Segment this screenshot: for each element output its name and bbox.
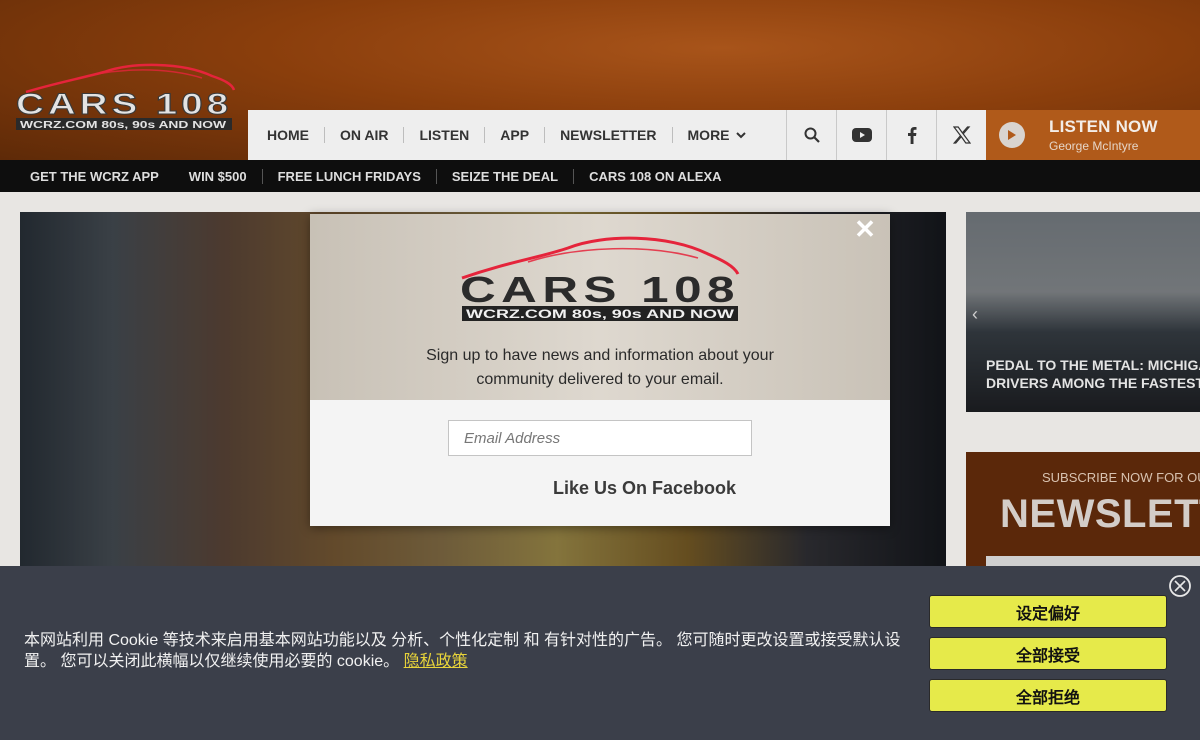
listen-now-title: LISTEN NOW bbox=[1049, 117, 1158, 136]
modal-logo: CARS 108 WCRZ.COM 80s, 90s AND NOW bbox=[460, 236, 740, 321]
newsletter-widget-subtitle: SUBSCRIBE NOW FOR OUR bbox=[1042, 470, 1200, 485]
site-header: CARS 108 WCRZ.COM 80s, 90s AND NOW HOME … bbox=[0, 0, 1200, 160]
side-article-title: PEDAL TO THE METAL: MICHIGAN DRIVERS AMO… bbox=[986, 356, 1200, 392]
search-button[interactable] bbox=[786, 110, 836, 160]
cookie-preferences-button[interactable]: 设定偏好 bbox=[929, 595, 1167, 628]
facebook-button[interactable] bbox=[886, 110, 936, 160]
modal-description-line2: community delivered to your email. bbox=[476, 371, 724, 388]
play-icon bbox=[999, 122, 1025, 148]
chevron-left-icon[interactable]: ‹ bbox=[972, 304, 978, 325]
facebook-icon bbox=[907, 127, 916, 144]
modal-description-line1: Sign up to have news and information abo… bbox=[426, 347, 774, 364]
main-nav: HOME ON AIR LISTEN APP NEWSLETTER MORE L… bbox=[248, 110, 1200, 160]
nav-more[interactable]: MORE bbox=[673, 127, 761, 143]
side-article-card[interactable]: ‹ PEDAL TO THE METAL: MICHIGAN DRIVERS A… bbox=[966, 212, 1200, 412]
logo-text: CARS 108 bbox=[16, 88, 232, 121]
nav-more-label: MORE bbox=[687, 127, 730, 143]
social-icons bbox=[786, 110, 986, 160]
newsletter-widget-input[interactable] bbox=[986, 556, 1200, 566]
modal-logo-tagline: WCRZ.COM 80s, 90s AND NOW bbox=[466, 307, 735, 321]
youtube-icon bbox=[851, 128, 872, 142]
modal-header: CARS 108 WCRZ.COM 80s, 90s AND NOW Sign … bbox=[310, 214, 890, 400]
nav-listen[interactable]: LISTEN bbox=[404, 127, 486, 143]
newsletter-widget: SUBSCRIBE NOW FOR OUR NEWSLETTE bbox=[966, 452, 1200, 566]
newsletter-signup-modal: CARS 108 WCRZ.COM 80s, 90s AND NOW Sign … bbox=[310, 214, 890, 526]
cookie-message: 本网站利用 Cookie 等技术来启用基本网站功能以及 分析、个性化定制 和 有… bbox=[24, 630, 910, 672]
cookie-close-icon[interactable] bbox=[1168, 574, 1192, 598]
nav-home[interactable]: HOME bbox=[252, 127, 325, 143]
now-playing-host: George McIntyre bbox=[1049, 139, 1139, 153]
chevron-down-icon bbox=[735, 132, 746, 139]
cookie-reject-all-button[interactable]: 全部拒绝 bbox=[929, 679, 1167, 712]
email-field[interactable] bbox=[448, 420, 752, 456]
cookie-accept-all-button[interactable]: 全部接受 bbox=[929, 637, 1167, 670]
youtube-button[interactable] bbox=[836, 110, 886, 160]
modal-logo-text: CARS 108 bbox=[460, 269, 740, 310]
nav-app[interactable]: APP bbox=[485, 127, 546, 143]
privacy-policy-link[interactable]: 隐私政策 bbox=[404, 653, 468, 670]
subnav-alexa[interactable]: CARS 108 ON ALEXA bbox=[574, 169, 736, 184]
close-icon[interactable]: ✕ bbox=[853, 216, 877, 242]
x-button[interactable] bbox=[936, 110, 986, 160]
modal-description: Sign up to have news and information abo… bbox=[310, 344, 890, 392]
logo-tagline: WCRZ.COM 80s, 90s AND NOW bbox=[20, 120, 227, 131]
side-article-title-line2: DRIVERS AMONG THE FASTEST IN T bbox=[986, 375, 1200, 391]
subnav-get-app[interactable]: GET THE WCRZ APP bbox=[15, 169, 174, 184]
site-logo[interactable]: CARS 108 WCRZ.COM 80s, 90s AND NOW bbox=[12, 58, 238, 138]
subnav-seize-deal[interactable]: SEIZE THE DEAL bbox=[437, 168, 575, 184]
nav-newsletter[interactable]: NEWSLETTER bbox=[545, 127, 673, 143]
cookie-banner: 本网站利用 Cookie 等技术来启用基本网站功能以及 分析、个性化定制 和 有… bbox=[0, 566, 1200, 740]
listen-now-button[interactable]: LISTEN NOW George McIntyre bbox=[986, 110, 1200, 160]
subnav-free-lunch[interactable]: FREE LUNCH FRIDAYS bbox=[263, 168, 437, 184]
facebook-like-link[interactable]: Like Us On Facebook bbox=[553, 478, 736, 499]
side-article-title-line1: PEDAL TO THE METAL: MICHIGAN bbox=[986, 357, 1200, 373]
x-icon bbox=[952, 126, 971, 144]
search-icon bbox=[804, 127, 820, 143]
newsletter-widget-title: NEWSLETTE bbox=[1000, 492, 1200, 536]
secondary-nav: GET THE WCRZ APP WIN $500 FREE LUNCH FRI… bbox=[0, 160, 1200, 192]
nav-on-air[interactable]: ON AIR bbox=[325, 127, 405, 143]
nav-links: HOME ON AIR LISTEN APP NEWSLETTER MORE bbox=[248, 110, 761, 160]
subnav-win-500[interactable]: WIN $500 bbox=[174, 168, 263, 184]
listen-now-text: LISTEN NOW George McIntyre bbox=[1049, 117, 1158, 153]
